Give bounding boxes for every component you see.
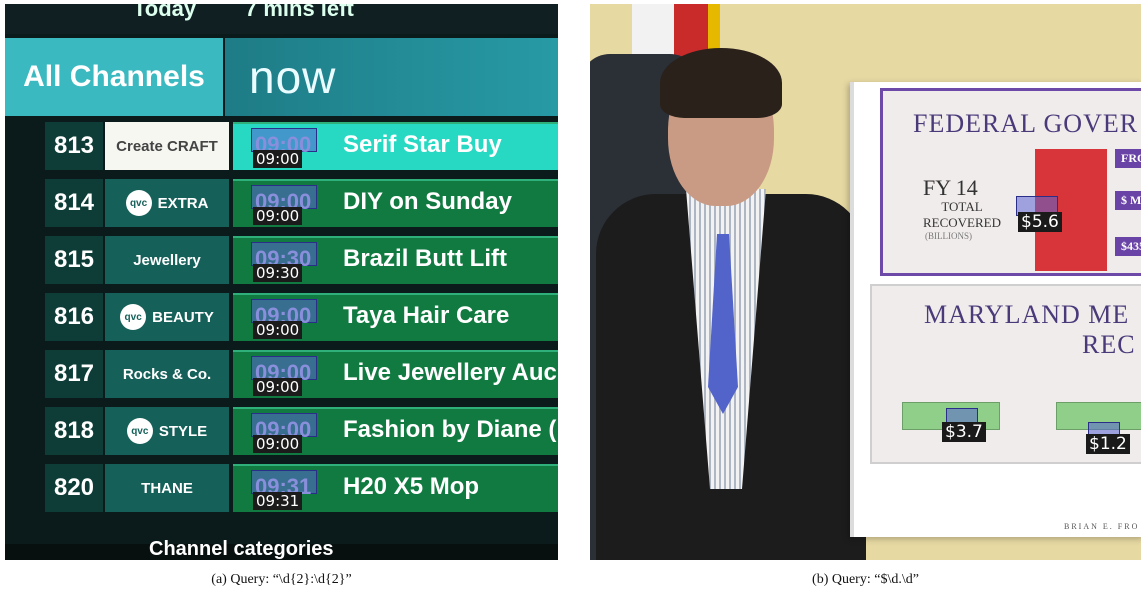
detection-label: 09:30 [253, 264, 303, 282]
program-title: Brazil Butt Lift [343, 245, 507, 272]
channel-logo-text: STYLE [158, 422, 208, 440]
man-hair [660, 48, 782, 118]
program-cell: 09:00 09:00 Serif Star Buy [233, 122, 558, 170]
program-title: Serif Star Buy [343, 131, 502, 158]
total-recovered-label: TOTAL RECOVERED [923, 199, 1001, 230]
caption-b: (b) Query: “$\d.\d” [812, 572, 919, 587]
easel-board: FEDERAL GOVER FY 14 TOTAL RECOVERED (BIL… [850, 82, 1141, 537]
detection-label: $5.6 [1018, 212, 1062, 232]
detection-label: 09:00 [253, 150, 303, 168]
channel-number: 820 [45, 464, 103, 512]
channel-row: 820 THANE 09:31 09:31 H20 X5 Mop [45, 464, 558, 514]
channel-logo: qvc STYLE [105, 407, 229, 455]
detection-label: 09:00 [253, 378, 303, 396]
press-photo: FEDERAL GOVER FY 14 TOTAL RECOVERED (BIL… [590, 4, 1141, 560]
all-channels-header: All Channels [5, 38, 223, 116]
channel-number: 813 [45, 122, 103, 170]
purple-box-2: $ MED [1115, 191, 1141, 210]
program-title: Taya Hair Care [343, 302, 510, 329]
channel-logo: Jewellery [105, 236, 229, 284]
channel-logo: THANE [105, 464, 229, 512]
tv-top-left: Today [133, 4, 197, 21]
program-cell: 09:30 09:30 Brazil Butt Lift [233, 236, 558, 284]
caption-a: (a) Query: “\d{2}:\d{2}” [211, 572, 352, 587]
detection-label: 09:00 [253, 435, 303, 453]
channel-logo-text: Create CRAFT [116, 137, 218, 155]
program-cell: 09:00 09:00 Taya Hair Care [233, 293, 558, 341]
channel-number: 816 [45, 293, 103, 341]
board-footer: BRIAN E. FRO [1064, 522, 1140, 531]
channel-logo-text: Jewellery [133, 251, 201, 269]
channel-number: 818 [45, 407, 103, 455]
channel-row: 815 Jewellery 09:30 09:30 Brazil Butt Lift [45, 236, 558, 286]
billions-label: (BILLIONS) [925, 231, 972, 241]
program-title: DIY on Sunday [343, 188, 512, 215]
federal-board: FEDERAL GOVER FY 14 TOTAL RECOVERED (BIL… [880, 88, 1141, 276]
fy-label: FY 14 [923, 175, 978, 200]
channel-logo-text: BEAUTY [152, 308, 214, 326]
channel-logo: qvc EXTRA [105, 179, 229, 227]
detection-label: 09:00 [253, 321, 303, 339]
detection-label: 09:00 [253, 207, 303, 225]
purple-box-3: $435 MILLION [1115, 237, 1141, 256]
qvc-logo-icon: qvc [126, 418, 153, 444]
channel-number: 815 [45, 236, 103, 284]
program-cell: 09:00 09:00 DIY on Sunday [233, 179, 558, 227]
now-header: now [225, 38, 558, 116]
maryland-subtitle: REC [1082, 330, 1136, 359]
channel-row: 813 Create CRAFT 09:00 09:00 Serif Star Buy [45, 122, 558, 172]
channel-row: 818 qvc STYLE 09:00 09:00 Fashion by Diane ( [45, 407, 558, 457]
qvc-logo-icon: qvc [120, 304, 147, 330]
channel-row: 814 qvc EXTRA 09:00 09:00 DIY on Sunday [45, 179, 558, 229]
detection-label: $3.7 [942, 422, 986, 442]
tv-guide-photo: Today 7 mins left All Channels now 813 Cr… [5, 4, 558, 560]
program-cell: 09:31 09:31 H20 X5 Mop [233, 464, 558, 512]
program-title: Live Jewellery Auc [343, 359, 557, 386]
detection-label: $1.2 [1086, 434, 1130, 454]
federal-title: FEDERAL GOVER [913, 109, 1139, 138]
channel-number: 814 [45, 179, 103, 227]
program-cell: 09:00 09:00 Live Jewellery Auc [233, 350, 558, 398]
channel-categories-label: Channel categories [149, 538, 334, 560]
channel-logo: qvc BEAUTY [105, 293, 229, 341]
tv-top-right: 7 mins left [245, 4, 354, 21]
detection-label: 09:31 [253, 492, 303, 510]
channel-number: 817 [45, 350, 103, 398]
maryland-title: MARYLAND ME [924, 300, 1130, 329]
program-title: Fashion by Diane ( [343, 416, 557, 443]
channel-logo: Rocks & Co. [105, 350, 229, 398]
tv-top-bar: Today 7 mins left [5, 4, 558, 34]
program-title: H20 X5 Mop [343, 473, 480, 500]
channel-logo: Create CRAFT [105, 122, 229, 170]
channel-row: 817 Rocks & Co. 09:00 09:00 Live Jewellery A… [45, 350, 558, 400]
channel-logo-text: Rocks & Co. [122, 365, 212, 383]
tv-bottom-bar: Channel categories [5, 538, 558, 560]
program-cell: 09:00 09:00 Fashion by Diane ( [233, 407, 558, 455]
purple-box-1: FROM [1115, 149, 1141, 168]
qvc-logo-icon: qvc [125, 190, 152, 216]
channel-logo-text: EXTRA [157, 194, 209, 212]
channel-logo-text: THANE [141, 479, 193, 497]
channel-row: 816 qvc BEAUTY 09:00 09:00 Taya Hair Care [45, 293, 558, 343]
